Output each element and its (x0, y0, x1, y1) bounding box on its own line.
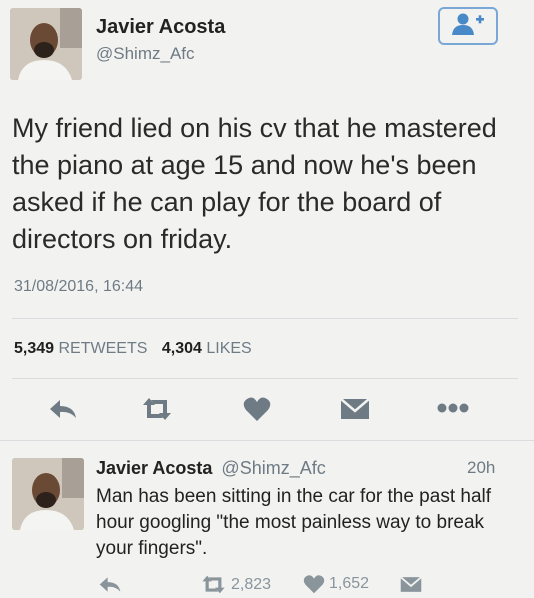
reply-like-button[interactable]: 1,652 (303, 574, 369, 594)
reply-direct-message-button[interactable] (400, 576, 422, 593)
retweet-count[interactable]: 5,349 (14, 340, 54, 357)
divider (0, 440, 534, 441)
reply-header: Javier Acosta @Shimz_Afc (96, 458, 326, 479)
divider (12, 318, 518, 319)
like-button[interactable] (243, 396, 271, 422)
author-avatar[interactable] (10, 8, 82, 80)
reply-button[interactable] (48, 397, 78, 421)
tweet-timestamp[interactable]: 31/08/2016, 16:44 (14, 278, 143, 296)
likes-label[interactable]: LIKES (206, 340, 251, 357)
author-handle[interactable]: @Shimz_Afc (96, 44, 195, 64)
envelope-icon (340, 398, 370, 420)
retweet-button[interactable] (140, 396, 174, 422)
envelope-icon (400, 576, 422, 593)
reply-author-handle[interactable]: @Shimz_Afc (221, 458, 325, 478)
retweet-icon (200, 574, 227, 595)
reply-icon (48, 397, 78, 421)
reply-retweet-count: 2,823 (231, 575, 272, 593)
direct-message-button[interactable] (340, 398, 370, 420)
reply-text: Man has been sitting in the car for the … (96, 486, 492, 559)
more-icon (437, 402, 469, 414)
heart-icon (243, 396, 271, 422)
retweets-label[interactable]: RETWEETS (59, 340, 148, 357)
like-count[interactable]: 4,304 (162, 340, 202, 357)
reply-icon (98, 575, 122, 594)
reply-retweet-button[interactable]: 2,823 (200, 574, 271, 595)
follow-button[interactable] (438, 7, 498, 45)
divider (12, 378, 518, 379)
reply-author-name[interactable]: Javier Acosta (96, 458, 212, 478)
add-user-icon (451, 12, 485, 41)
reply-reply-button[interactable] (98, 575, 122, 594)
retweet-icon (140, 396, 174, 422)
tweet-stats: 5,349 RETWEETS 4,304 LIKES (14, 340, 252, 358)
reply-timestamp[interactable]: 20h (467, 458, 495, 478)
more-options-button[interactable] (437, 402, 469, 414)
heart-icon (303, 574, 325, 594)
reply-like-count: 1,652 (329, 575, 370, 592)
author-name[interactable]: Javier Acosta (96, 16, 225, 39)
reply-author-avatar[interactable] (12, 458, 84, 530)
tweet-text: My friend lied on his cv that he mastere… (12, 113, 497, 254)
